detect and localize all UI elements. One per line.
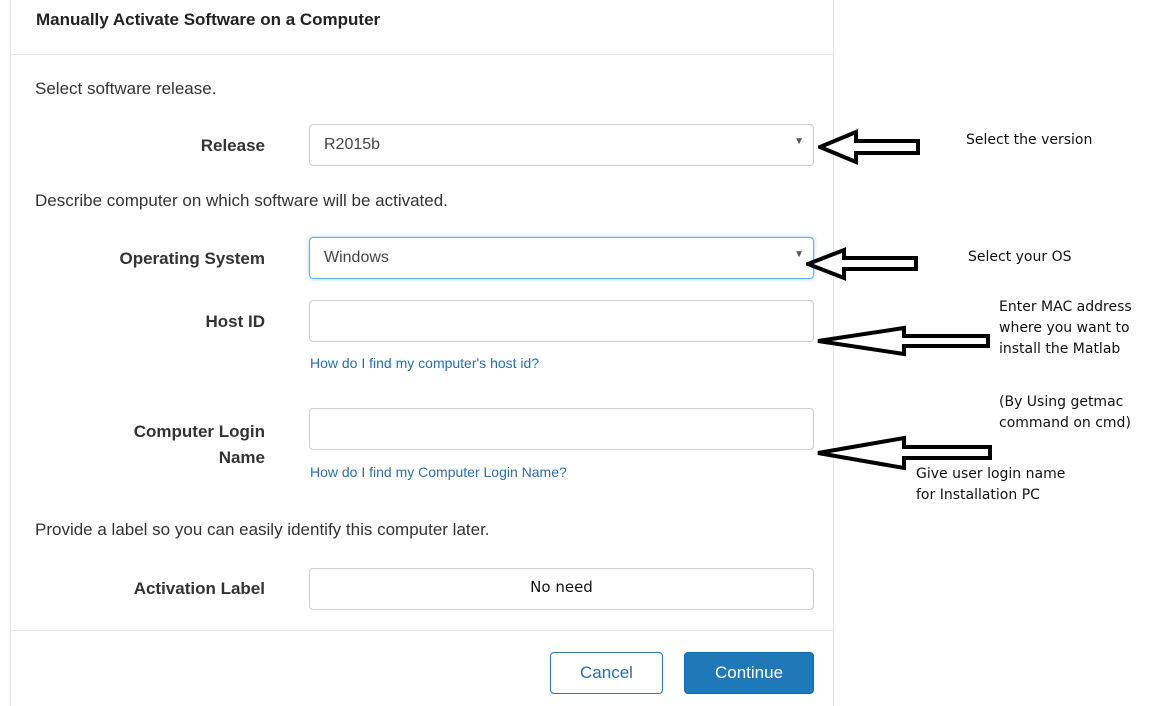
annotation-select-version: Select the version (966, 132, 1093, 148)
arrow-left-icon (806, 247, 918, 281)
activation-label-input[interactable]: No need (309, 568, 814, 610)
annotation-login-line1: Give user login name (916, 466, 1066, 482)
annotation-no-need: No need (530, 578, 593, 596)
dialog-header: Manually Activate Software on a Computer (11, 0, 833, 55)
activation-dialog: Manually Activate Software on a Computer… (10, 0, 834, 706)
release-select[interactable]: R2015b ▼ (309, 124, 814, 166)
login-name-input[interactable] (309, 408, 814, 450)
release-section-text: Select software release. (35, 79, 217, 98)
chevron-down-icon: ▼ (794, 249, 804, 260)
release-label: Release (200, 136, 265, 155)
footer-divider (11, 630, 833, 631)
login-name-help-link[interactable]: How do I find my Computer Login Name? (310, 464, 567, 480)
arrow-left-icon (818, 129, 920, 165)
host-id-label: Host ID (205, 312, 266, 331)
annotation-select-os: Select your OS (968, 249, 1072, 265)
annotation-host-line1: Enter MAC address (999, 299, 1132, 315)
os-label: Operating System (119, 249, 266, 268)
dialog-title: Manually Activate Software on a Computer (36, 10, 381, 29)
os-select[interactable]: Windows ▼ (309, 237, 814, 279)
host-id-help-link[interactable]: How do I find my computer's host id? (310, 355, 539, 371)
annotation-host-line5: command on cmd) (999, 415, 1131, 431)
label-section-text: Provide a label so you can easily identi… (35, 520, 490, 539)
continue-button[interactable]: Continue (684, 652, 814, 694)
activation-label-label: Activation Label (133, 579, 265, 598)
cancel-button[interactable]: Cancel (550, 652, 663, 694)
host-id-input[interactable] (309, 300, 814, 342)
login-name-label-line1: Computer Login (133, 422, 265, 441)
login-name-label-line2: Name (218, 448, 265, 467)
annotation-host-line3: install the Matlab (999, 341, 1121, 357)
annotation-host-line2: where you want to (999, 320, 1130, 336)
os-selected-value: Windows (324, 249, 389, 266)
release-selected-value: R2015b (324, 136, 381, 153)
computer-section-text: Describe computer on which software will… (35, 191, 448, 210)
arrow-left-icon (817, 325, 990, 357)
annotation-login-line2: for Installation PC (916, 487, 1040, 503)
annotation-host-line4: (By Using getmac (999, 394, 1124, 410)
chevron-down-icon: ▼ (794, 136, 804, 147)
